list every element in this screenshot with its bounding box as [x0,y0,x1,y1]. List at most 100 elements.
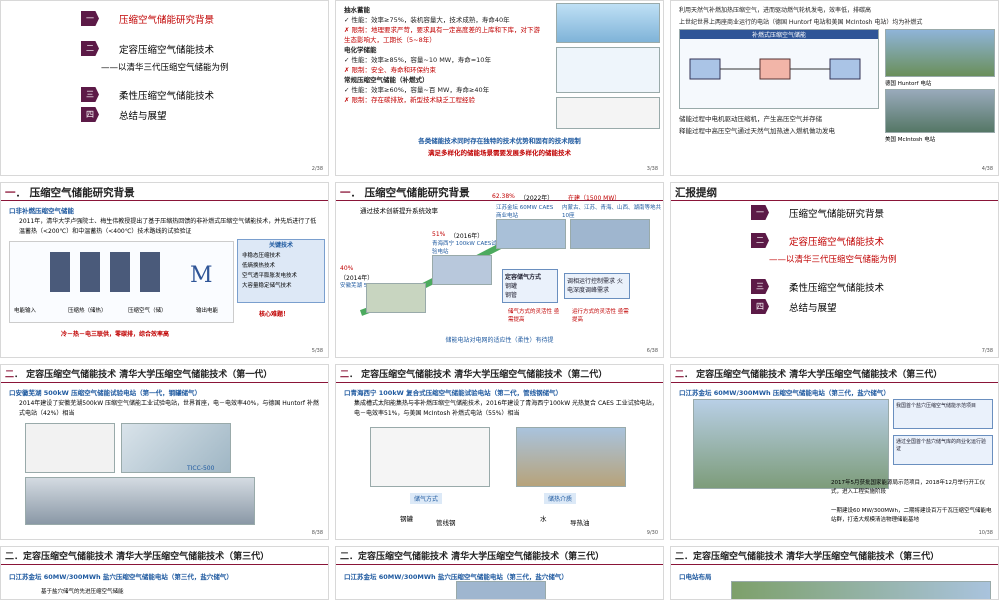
point-2-pct: 51% [432,231,446,238]
point-3-site: 江苏金坛 60MW CAES商业电站 [496,205,554,219]
slide-thumbnail-research-2[interactable]: 一． 压缩空气储能研究背景 通过技术创新提升系统效率 40% （2014年） 安… [335,182,664,358]
slide-title: 二． 定容压缩空气储能技术 清华大学压缩空气储能技术（第三代） [671,365,998,383]
note-box-1: 我国首个盐穴压缩空气储能示范项目 [893,399,993,429]
subtitle: 口江苏金坛 60MW/300MWh 压缩空气储能电站（第三代，盐穴储气） [679,389,890,397]
category-label: 常规压缩空气储能（补燃式） [344,76,429,84]
site-photo [731,581,991,599]
svg-text:M: M [190,263,213,288]
site-photo-4 [570,219,650,249]
slide-thumbnail-outline[interactable]: 汇报提纲 一 压缩空气储能研究背景 二 定容压缩空气储能技术 ——以清华三代压缩… [670,182,999,358]
slide-thumbnail-toc[interactable]: 一 压缩空气储能研究背景 二 定容压缩空气储能技术 ——以清华三代压缩空气储能为… [0,0,329,176]
outline-label: 压缩空气储能研究背景 [789,208,885,220]
title-number: 二 [675,370,685,380]
title-number: 一 [340,187,351,199]
caes-diagram [556,97,660,129]
pro-line: ✓ 性能：效率≥60%，容量~百 MW，寿命≥40年 [344,86,490,94]
page-number: 9/30 [646,530,658,536]
timeline-text: 2017年5月获批国家能源局示范项目，2018年12月举行开工仪式，进入工程实施… [831,480,985,495]
title-text: 压缩空气储能研究背景 [29,187,135,199]
key-tech-item: 大容量稳定储气技术 [242,283,292,289]
box-title: 定容储气方式 [505,274,542,281]
point-1-pct: 40% [340,265,354,272]
toc-number-badge: 一 [81,11,99,26]
word-oil: 导热油 [570,519,590,527]
subtitle: 口电站布局 [679,573,712,581]
core-problem-label: 核心难题！ [259,311,290,318]
body-text: 2014年建设了安徽芜湖500kW 压缩空气储能工业试验电站，世界首座，电－电效… [19,400,319,417]
slide-thumbnail-gen-3-c[interactable]: 二．定容压缩空气储能技术 清华大学压缩空气储能技术（第三代） 口江苏金坛 60M… [335,546,664,600]
model-label: TICC-500 [187,465,215,472]
outline-number-badge: 三 [751,279,769,294]
body-text: 2011年，清华大学卢强院士、梅生伟教授提出了基于压缩热回馈的非补燃式压缩空气储… [19,218,317,235]
outline-item-1: 一 压缩空气储能研究背景 [751,205,884,220]
subtitle: 通过技术创新提升系统效率 [360,207,438,215]
con-line: ✗ 限制：地理要求严苛，要求具有一定高度差的上库和下库，对下游生态影响大，工期长… [344,26,541,44]
slide-title: 二． 定容压缩空气储能技术 清华大学压缩空气储能技术（第二代） [336,365,663,383]
photo-caption: 美国 McIntosh 电站 [885,137,936,143]
subtitle: 口青海西宁 100kW 复合式压缩空气储能试验电站（第二代，管线钢储气） [344,389,563,397]
flow-chart-image [25,423,115,473]
slide-thumbnail-gen-2[interactable]: 二． 定容压缩空气储能技术 清华大学压缩空气储能技术（第二代） 口青海西宁 10… [335,364,664,540]
slide-title: 二． 定容压缩空气储能技术 清华大学压缩空气储能技术（第一代） [1,365,328,383]
con-line: ✗ 限制：存在碳排放，新型技术缺乏工程经验 [344,96,476,104]
slide-thumbnail-huntorf[interactable]: 利用天然气补燃加热压缩空气，进而驱动燃气轮机发电，效率低，排碳高 上世纪世界上两… [670,0,999,176]
word-water: 水 [540,515,547,523]
pumped-storage-diagram [556,3,660,43]
point-3-sites: 内蒙古、江苏、青海、山西、湖南等地共10座 [562,205,662,219]
page-number: 4/38 [981,166,993,172]
page-number: 3/38 [646,166,658,172]
body-text: 基于盐穴储气的先进压缩空气储能 [41,589,124,595]
label-heat: 压缩热（储热） [68,308,107,314]
page-number: 5/38 [311,348,323,354]
point-3-year: （2022年） [520,195,554,202]
equipment-render [121,423,231,473]
slide-thumbnail-gen-1[interactable]: 二． 定容压缩空气储能技术 清华大学压缩空气储能技术（第一代） 口安徽芜湖 50… [0,364,329,540]
subtitle: 口安徽芜湖 500kW 压缩空气储能试验电站（第一代，钢罐储气） [9,389,202,397]
toc-item-1: 一 压缩空气储能研究背景 [81,11,214,26]
slide-thumbnail-research-1[interactable]: 一． 压缩空气储能研究背景 口非补燃压缩空气储能 2011年，清华大学卢强院士、… [0,182,329,358]
title-number: 一 [5,187,16,199]
word-steel-tank: 钢罐 [400,515,413,523]
footer: 储能电站对电网的适应性（柔性）有待提 [445,337,554,344]
site-photo [25,477,255,525]
flex-arrow-1: 储气方式的灵活性 亟需提高 [508,309,560,323]
footer-line-1: 各类储能技术同时存在独特的技术优势和固有的技术限制 [418,137,581,145]
tag-storage-method: 储气方式 [410,493,443,504]
bullet-item: 储能过程中电机驱动压缩机，产生高压空气并存储 [679,115,822,123]
slide-thumbnail-gen-3[interactable]: 二． 定容压缩空气储能技术 清华大学压缩空气储能技术（第三代） 口江苏金坛 60… [670,364,999,540]
page-number: 2/38 [311,166,323,172]
con-line: ✗ 限制：安全、寿命和环保约束 [344,66,437,74]
page-number: 6/38 [646,348,658,354]
slide-title: 二．定容压缩空气储能技术 清华大学压缩空气储能技术（第三代） [1,547,328,565]
site-aerial-photo [693,399,889,489]
comparison-text: 抽水蓄能 ✓ 性能：效率≥75%，装机容量大，技术成熟，寿命40年 ✗ 限制：地… [344,5,544,105]
subtitle: 口江苏金坛 60MW/300MWh 盐穴压缩空气储能电站（第三代，盐穴储气） [9,573,233,581]
outline-label: 柔性压缩空气储能技术 [789,282,885,294]
footer: 冷－热－电三联供，零碳排，综合效率高 [61,331,170,338]
site-photo [516,427,626,487]
page-number: 10/38 [978,530,993,536]
toc-label: 压缩空气储能研究背景 [119,14,215,26]
intro-line-2: 上世纪世界上两座商业运行的电站（德国 Huntorf 电站和美国 McIntos… [679,19,923,26]
tag-heat-medium: 储热介质 [544,493,577,504]
pro-line: ✓ 性能：效率≥75%，装机容量大，技术成熟，寿命40年 [344,16,510,24]
toc-number-badge: 四 [81,107,99,122]
category-label: 电化学储能 [344,46,377,54]
box-item: 钢管 [505,292,518,299]
outline-item-2: 二 定容压缩空气储能技术 [751,233,884,248]
mcintosh-photo [885,89,995,133]
site-photo-2 [432,255,492,285]
toc-number-badge: 三 [81,87,99,102]
box-item: 钢罐 [505,283,518,290]
slide-thumbnail-gen-3-b[interactable]: 二．定容压缩空气储能技术 清华大学压缩空气储能技术（第三代） 口江苏金坛 60M… [0,546,329,600]
toc-item-2: 二 定容压缩空气储能技术 [81,41,214,56]
slide-thumbnail-gen-3-d[interactable]: 二．定容压缩空气储能技术 清华大学压缩空气储能技术（第三代） 口电站布局 [670,546,999,600]
phase-text: 一期建设60 MW/300MWh，二期将建设百万千瓦压缩空气储能电站群，打造大规… [831,508,992,523]
note-box-2: 通过全国首个盐穴储气库的商业化运行验证 [893,435,993,465]
body-text: 集成槽式太阳能集热与非补燃压缩空气储能技术，2016年建设了青海西宁100kW … [354,400,658,417]
diagram-title: 补燃式压缩空气储能 [680,30,878,39]
slide-thumbnail-tech-compare[interactable]: 抽水蓄能 ✓ 性能：效率≥75%，装机容量大，技术成熟，寿命40年 ✗ 限制：地… [335,0,664,176]
toc-label: 定容压缩空气储能技术 [119,44,215,56]
toc-item-4: 四 总结与展望 [81,107,167,122]
key-tech-item: 空气透平膨胀发电技术 [242,273,298,279]
